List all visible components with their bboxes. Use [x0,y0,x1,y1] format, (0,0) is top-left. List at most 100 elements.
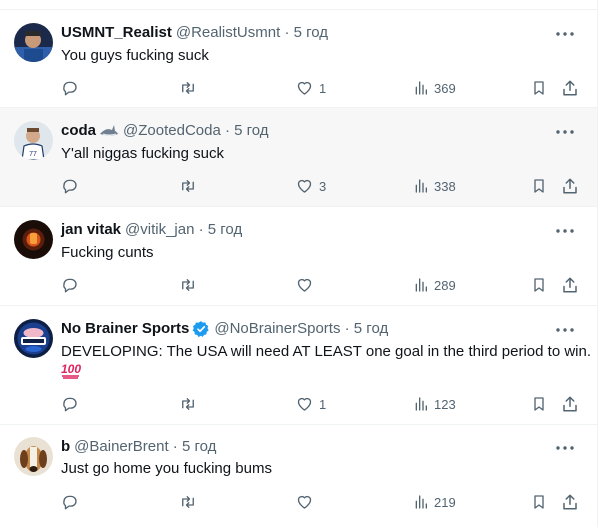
display-name[interactable]: coda [61,121,96,141]
tweet-actions: 219 [61,492,581,512]
bookmark-icon [534,179,544,193]
handle-and-time[interactable]: @ZootedCoda · 5 год [123,121,269,141]
bookmark-icon [534,397,544,411]
retweet-button[interactable] [178,176,198,196]
view-count: 369 [434,80,456,96]
bookmark-button[interactable] [531,275,547,295]
reply-icon [63,397,77,412]
display-name[interactable]: b [61,437,70,457]
display-name[interactable]: No Brainer Sports [61,319,189,339]
share-button[interactable] [561,78,579,98]
retweet-icon [182,279,194,291]
share-button[interactable] [561,492,579,512]
share-icon [563,396,577,412]
avatar[interactable] [14,220,53,259]
reply-button[interactable] [61,394,79,414]
tweet-header: b @BainerBrent · 5 год [61,437,216,457]
top-divider [0,0,597,10]
like-button[interactable]: 1 [295,78,326,98]
tweet-text: Y'all niggas fucking suck [61,145,224,162]
retweet-button[interactable] [178,275,198,295]
like-count: 1 [319,80,327,96]
svg-text:100: 100 [61,362,81,376]
handle-and-time[interactable]: @BainerBrent · 5 год [74,437,216,457]
tweet-actions: 289 [61,275,581,295]
views-button[interactable]: 369 [413,78,456,98]
views-chart-icon [415,278,427,292]
handle-and-time[interactable]: @NoBrainerSports · 5 год [214,319,388,339]
reply-button[interactable] [61,176,79,196]
avatar[interactable] [14,437,53,476]
more-options-icon[interactable] [555,221,575,241]
views-button[interactable]: 289 [413,275,456,295]
tweet-text: DEVELOPING: The USA will need AT LEAST o… [61,343,592,360]
tweet-actions: 1 123 [61,394,581,414]
retweet-button[interactable] [178,492,198,512]
tweet-actions: 1 369 [61,78,581,98]
view-count: 289 [434,277,456,293]
avatar[interactable] [14,319,53,358]
reply-button[interactable] [61,78,79,98]
like-button[interactable]: 1 [295,394,326,414]
avatar[interactable] [14,23,53,62]
reply-tweet[interactable]: jan vitak @vitik_jan · 5 год Fucking cun… [0,207,597,306]
display-name[interactable]: jan vitak [61,220,121,240]
views-button[interactable]: 219 [413,492,456,512]
retweet-icon [182,398,194,410]
views-chart-icon [415,495,427,509]
bookmark-button[interactable] [531,492,547,512]
avatar[interactable]: 77 [14,121,53,160]
views-button[interactable]: 338 [413,176,456,196]
more-options-icon[interactable] [555,24,575,44]
reply-tweet[interactable]: No Brainer Sports @NoBrainerSports · 5 г… [0,306,597,425]
more-options-icon[interactable] [555,438,575,458]
avatar-photo-icon [14,437,53,476]
like-button[interactable] [295,275,319,295]
reply-tweet[interactable]: 77 coda @ZootedCoda · 5 год Y'all niggas… [0,108,597,207]
like-button[interactable] [295,492,319,512]
bookmark-icon [534,278,544,292]
reply-icon [63,81,77,96]
handle-and-time[interactable]: @RealistUsmnt · 5 год [176,23,328,43]
bookmark-button[interactable] [531,176,547,196]
view-count: 219 [434,494,456,510]
avatar-photo-icon [14,23,53,62]
hundred-points-emoji-icon: 100 [61,361,81,385]
views-button[interactable]: 123 [413,394,456,414]
share-button[interactable] [561,275,579,295]
tweet-text: Just go home you fucking bums [61,460,272,477]
share-button[interactable] [561,176,579,196]
reply-icon [63,179,77,194]
verified-badge-icon [192,320,210,338]
heart-icon [297,179,312,193]
display-name[interactable]: USMNT_Realist [61,23,172,43]
like-button[interactable]: 3 [295,176,326,196]
share-icon [563,277,577,293]
retweet-icon [182,82,194,94]
views-chart-icon [415,397,427,411]
share-icon [563,178,577,194]
bookmark-button[interactable] [531,78,547,98]
svg-text:77: 77 [29,151,37,158]
share-icon [563,494,577,510]
bookmark-button[interactable] [531,394,547,414]
more-options-icon[interactable] [555,122,575,142]
retweet-button[interactable] [178,394,198,414]
reply-button[interactable] [61,275,79,295]
heart-icon [297,397,312,411]
tweet-actions: 3 338 [61,176,581,196]
reply-button[interactable] [61,492,79,512]
retweet-icon [182,496,194,508]
retweet-button[interactable] [178,78,198,98]
handle-and-time[interactable]: @vitik_jan · 5 год [125,220,242,240]
views-chart-icon [415,179,427,193]
no-brainer-sports-logo-icon [14,319,53,358]
reply-tweet[interactable]: b @BainerBrent · 5 год Just go home you … [0,425,597,526]
more-options-icon[interactable] [555,320,575,340]
reply-feed: USMNT_Realist @RealistUsmnt · 5 год You … [0,0,598,527]
avatar-photo-icon: 77 [14,121,53,160]
reply-tweet[interactable]: USMNT_Realist @RealistUsmnt · 5 год You … [0,10,597,108]
tweet-text: You guys fucking suck [61,47,209,64]
tweet-text: Fucking cunts [61,244,154,261]
share-button[interactable] [561,394,579,414]
